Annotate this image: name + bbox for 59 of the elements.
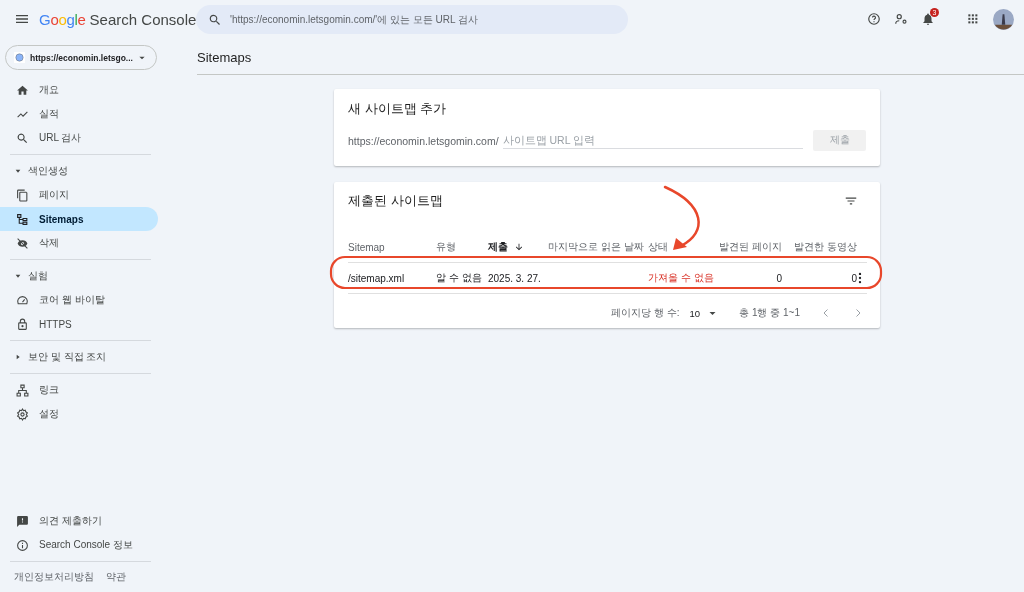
globe-icon [14, 52, 25, 63]
table-cell: 2025. 3. 27. [488, 272, 541, 284]
column-header[interactable]: 발견한 동영상 [782, 232, 857, 263]
column-header[interactable]: 유형 [436, 232, 488, 263]
nav-item[interactable]: Sitemaps [0, 207, 158, 231]
table-cell: 0 [776, 272, 782, 284]
info-icon [16, 538, 29, 552]
section-heading[interactable]: 보안 및 직접 조치 [28, 350, 107, 364]
nav-item[interactable]: 개요 [0, 78, 158, 102]
page-range: 총 1행 중 1~1 [739, 306, 800, 320]
search-icon [16, 131, 29, 145]
sitemap-icon [16, 212, 29, 226]
card-title: 새 사이트맵 추가 [348, 100, 448, 118]
hidden-eye-icon [16, 236, 29, 250]
nav-item[interactable]: 페이지 [0, 183, 158, 207]
nav-item[interactable]: 링크 [0, 378, 158, 402]
nav-item[interactable]: URL 검사 [0, 126, 158, 150]
column-header[interactable]: 발견된 페이지 [718, 232, 782, 263]
feedback-icon [16, 514, 29, 528]
help-icon [867, 12, 881, 26]
property-selector[interactable]: https://economin.letsgo... [5, 45, 157, 70]
column-header[interactable]: 제출 [488, 232, 548, 263]
settings-icon [16, 407, 29, 421]
rows-per-page-label: 페이지당 행 수: [611, 306, 680, 320]
column-header[interactable]: 마지막으로 읽은 날짜 [548, 232, 648, 263]
network-icon [16, 383, 29, 397]
section-heading[interactable]: 실험 [28, 269, 48, 283]
logo: Google [39, 10, 86, 28]
nav-item[interactable]: 삭제 [0, 231, 158, 255]
status-text: 가져올 수 없음 [648, 271, 714, 285]
table-cell: 0 [851, 272, 857, 284]
column-header[interactable]: Sitemap [348, 232, 436, 263]
product-name: Search Console [89, 10, 197, 28]
nav-item[interactable]: 코어 웹 바이탈 [0, 288, 158, 312]
search-field[interactable]: 'https://economin.letsgomin.com/'에 있는 모든 URL 검사 [196, 4, 628, 34]
pages-icon [16, 188, 29, 202]
rows-per-page-select[interactable]: 10 [689, 307, 718, 319]
nav-item[interactable]: 설정 [0, 402, 158, 426]
card-title: 제출된 사이트맵 [348, 192, 443, 210]
lock-icon [16, 317, 29, 331]
section-heading[interactable]: 색인생성 [28, 164, 68, 178]
home-icon [16, 83, 29, 97]
nav-item[interactable]: HTTPS [0, 312, 158, 336]
gauge-icon [16, 293, 29, 307]
search-icon [208, 12, 222, 27]
footer-item[interactable]: Search Console 정보 [0, 533, 158, 557]
page-title: Sitemaps [197, 49, 253, 67]
footer-link[interactable]: 약관 [106, 570, 126, 584]
bell-icon [921, 12, 935, 26]
url-prefix: https://economin.letsgomin.com/ [348, 134, 499, 147]
sitemap-url-field[interactable]: 사이트맵 URL 입력 [502, 132, 803, 149]
table-cell: 알 수 없음 [436, 271, 482, 285]
avatar-icon [993, 8, 1014, 30]
footer-item[interactable]: 의견 제출하기 [0, 509, 158, 533]
table-cell: /sitemap.xml [348, 272, 405, 284]
user-settings-icon [894, 12, 908, 26]
nav-item[interactable]: 실적 [0, 102, 158, 126]
footer-link[interactable]: 개인정보처리방침 [14, 570, 94, 584]
apps-icon [966, 12, 980, 26]
